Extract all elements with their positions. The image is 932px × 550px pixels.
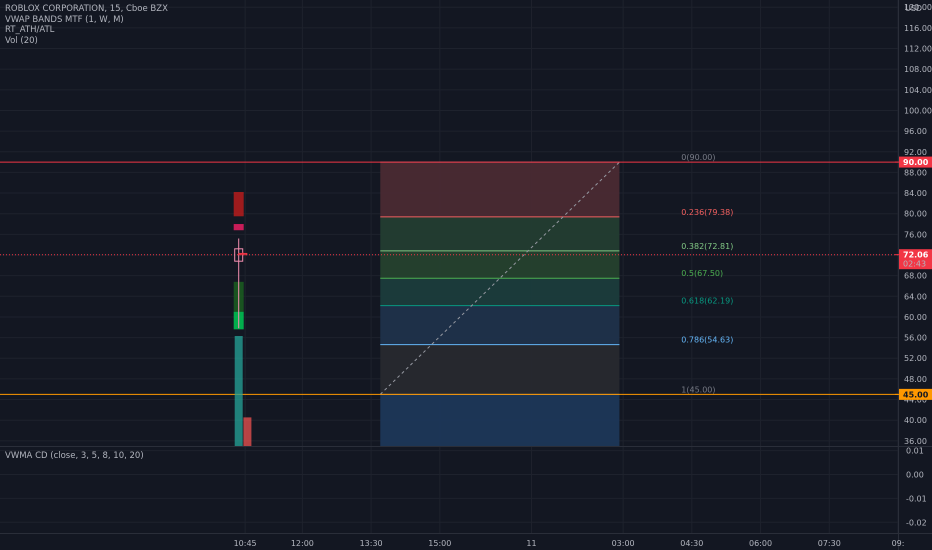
price-tick-label: 84.00 <box>904 189 927 198</box>
time-tick-label: 03:00 <box>612 539 635 548</box>
price-badge-countdown: 02:43 <box>903 260 926 269</box>
fib-label-0.618: 0.618(62.19) <box>681 297 733 306</box>
price-tick-label: 64.00 <box>904 292 927 301</box>
price-tick-label: 60.00 <box>904 313 927 322</box>
time-tick-label: 10:45 <box>234 539 257 548</box>
price-tick-label: 40.00 <box>904 416 927 425</box>
price-tick-label: 112.00 <box>904 45 932 54</box>
fib-zone-0.5 <box>380 278 620 306</box>
price-tick-label: 56.00 <box>904 334 927 343</box>
indicator-vwap-bands[interactable]: VWAP BANDS MTF (1, W, M) <box>5 15 168 26</box>
price-tick-label: 80.00 <box>904 210 927 219</box>
volume-bar-0 <box>234 336 243 446</box>
price-tick-label: 116.00 <box>904 24 932 33</box>
indicator-rt-ath-atl[interactable]: RT_ATH/ATL <box>5 25 168 36</box>
vwap-band-0 <box>233 192 244 217</box>
fib-zone-0.382 <box>380 250 620 279</box>
chart-legend: ROBLOX CORPORATION, 15, Cboe BZX VWAP BA… <box>5 4 168 46</box>
fib-label-0.236: 0.236(79.38) <box>681 208 733 217</box>
fib-label-1: 1(45.00) <box>681 385 715 394</box>
indicator-volume[interactable]: Vol (20) <box>5 36 168 47</box>
price-badge-text-1: 72.06 <box>903 251 929 260</box>
currency-label[interactable]: USD <box>905 4 922 13</box>
oscillator-legend[interactable]: VWMA CD (close, 3, 5, 8, 10, 20) <box>5 451 144 461</box>
symbol-title[interactable]: ROBLOX CORPORATION, 15, Cboe BZX <box>5 4 168 15</box>
price-tick-label: 104.00 <box>904 86 932 95</box>
time-tick-label: 12:00 <box>291 539 314 548</box>
fib-label-0.5: 0.5(67.50) <box>681 269 723 278</box>
price-tick-label: 52.00 <box>904 354 927 363</box>
price-tick-label: 108.00 <box>904 65 932 74</box>
fib-zone-0 <box>380 162 620 217</box>
price-tick-label: 96.00 <box>904 127 927 136</box>
time-tick-label: 07:30 <box>818 539 841 548</box>
fib-zone-1 <box>380 394 620 446</box>
fib-zone-0.786 <box>380 344 620 395</box>
time-tick-label: 06:00 <box>749 539 772 548</box>
price-badge-text-2: 45.00 <box>903 390 929 399</box>
chart-canvas[interactable]: 0(90.00) 0.236(79.38) 0.382(72.81) 0.5(67.5… <box>0 0 932 550</box>
volume-bar-1 <box>243 417 252 446</box>
time-tick-label: 15:00 <box>428 539 451 548</box>
osc-tick-label: 0.00 <box>906 470 924 479</box>
vwap-band-1 <box>233 224 244 231</box>
price-badge-text-0: 90.00 <box>903 158 929 167</box>
fib-label-0.786: 0.786(54.63) <box>681 336 733 345</box>
price-tick-label: 88.00 <box>904 168 927 177</box>
price-tick-label: 48.00 <box>904 375 927 384</box>
time-tick-label: 13:30 <box>360 539 383 548</box>
fib-label-0: 0(90.00) <box>681 153 715 162</box>
fib-zone-0.236 <box>380 216 620 251</box>
price-tick-label: 68.00 <box>904 272 927 281</box>
fib-zone-0.618 <box>380 305 620 345</box>
price-tick-label: 76.00 <box>904 230 927 239</box>
price-tick-label: 100.00 <box>904 106 932 115</box>
osc-tick-label: -0.01 <box>906 494 927 503</box>
osc-tick-label: 0.01 <box>906 447 924 456</box>
price-tick-label: 92.00 <box>904 148 927 157</box>
osc-tick-label: -0.02 <box>906 518 927 527</box>
fib-label-0.382: 0.382(72.81) <box>681 242 733 251</box>
time-tick-label: 04:30 <box>680 539 703 548</box>
time-tick-label: 11 <box>526 539 536 548</box>
time-tick-label: 09: <box>892 539 905 548</box>
price-tick-label: 36.00 <box>904 437 927 446</box>
